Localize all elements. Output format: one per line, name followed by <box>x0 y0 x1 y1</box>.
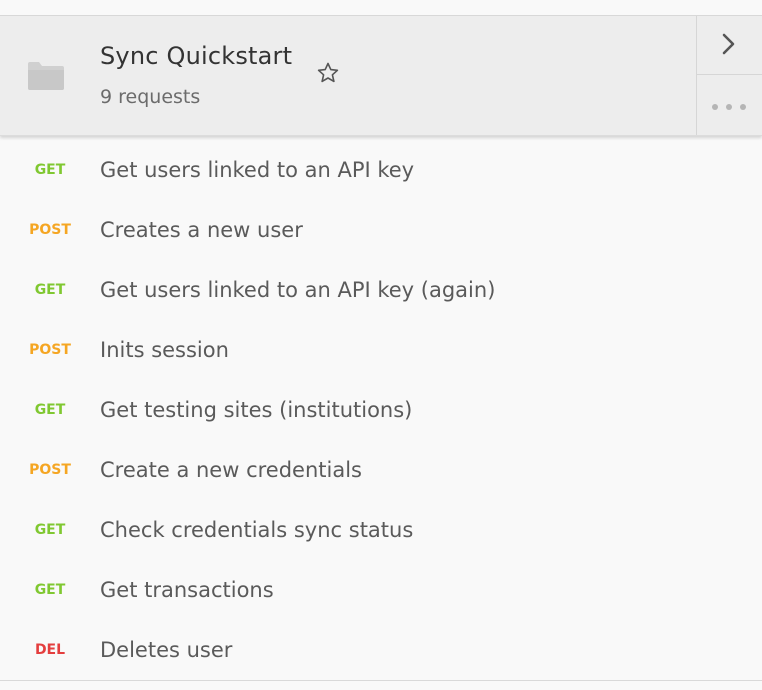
top-divider-strip <box>0 0 762 16</box>
request-name: Deletes user <box>100 638 233 662</box>
request-name: Get transactions <box>100 578 274 602</box>
request-list: GET Get users linked to an API key POST Cre… <box>0 140 762 680</box>
request-method-badge: POST <box>29 342 71 358</box>
collection-more-button[interactable] <box>697 75 762 135</box>
request-name: Get users linked to an API key <box>100 158 415 182</box>
collection-header[interactable]: Sync Quickstart 9 requests <box>0 16 762 136</box>
request-item[interactable]: GET Get transactions <box>0 560 762 620</box>
request-name: Get users linked to an API key (again) <box>100 278 496 302</box>
request-item[interactable]: GET Get users linked to an API key (again… <box>0 260 762 320</box>
request-item[interactable]: DEL Deletes user <box>0 620 762 680</box>
request-item[interactable]: GET Check credentials sync status <box>0 500 762 560</box>
collection-side-actions <box>696 16 762 135</box>
request-method-badge: GET <box>34 582 66 598</box>
request-method-badge: GET <box>34 522 66 538</box>
request-name: Create a new credentials <box>100 458 362 482</box>
bottom-divider <box>0 680 762 681</box>
request-method-badge: GET <box>34 162 66 178</box>
request-item[interactable]: GET Get users linked to an API key <box>0 140 762 200</box>
request-item[interactable]: POST Inits session <box>0 320 762 380</box>
request-name: Inits session <box>100 338 229 362</box>
request-name: Creates a new user <box>100 218 303 242</box>
request-item[interactable]: POST Create a new credentials <box>0 440 762 500</box>
collection-request-count: 9 requests <box>100 86 201 108</box>
request-name: Check credentials sync status <box>100 518 414 542</box>
request-method-badge: DEL <box>34 642 66 658</box>
request-item[interactable]: POST Creates a new user <box>0 200 762 260</box>
request-name: Get testing sites (institutions) <box>100 398 413 422</box>
request-method-badge: GET <box>34 282 66 298</box>
collection-title: Sync Quickstart <box>100 42 293 70</box>
expand-collection-button[interactable] <box>697 16 762 75</box>
request-method-badge: POST <box>29 462 71 478</box>
chevron-right-icon <box>722 33 735 55</box>
request-method-badge: GET <box>34 402 66 418</box>
request-method-badge: POST <box>29 222 71 238</box>
request-item[interactable]: GET Get testing sites (institutions) <box>0 380 762 440</box>
star-outline-icon[interactable] <box>316 61 340 85</box>
folder-icon <box>28 62 64 90</box>
